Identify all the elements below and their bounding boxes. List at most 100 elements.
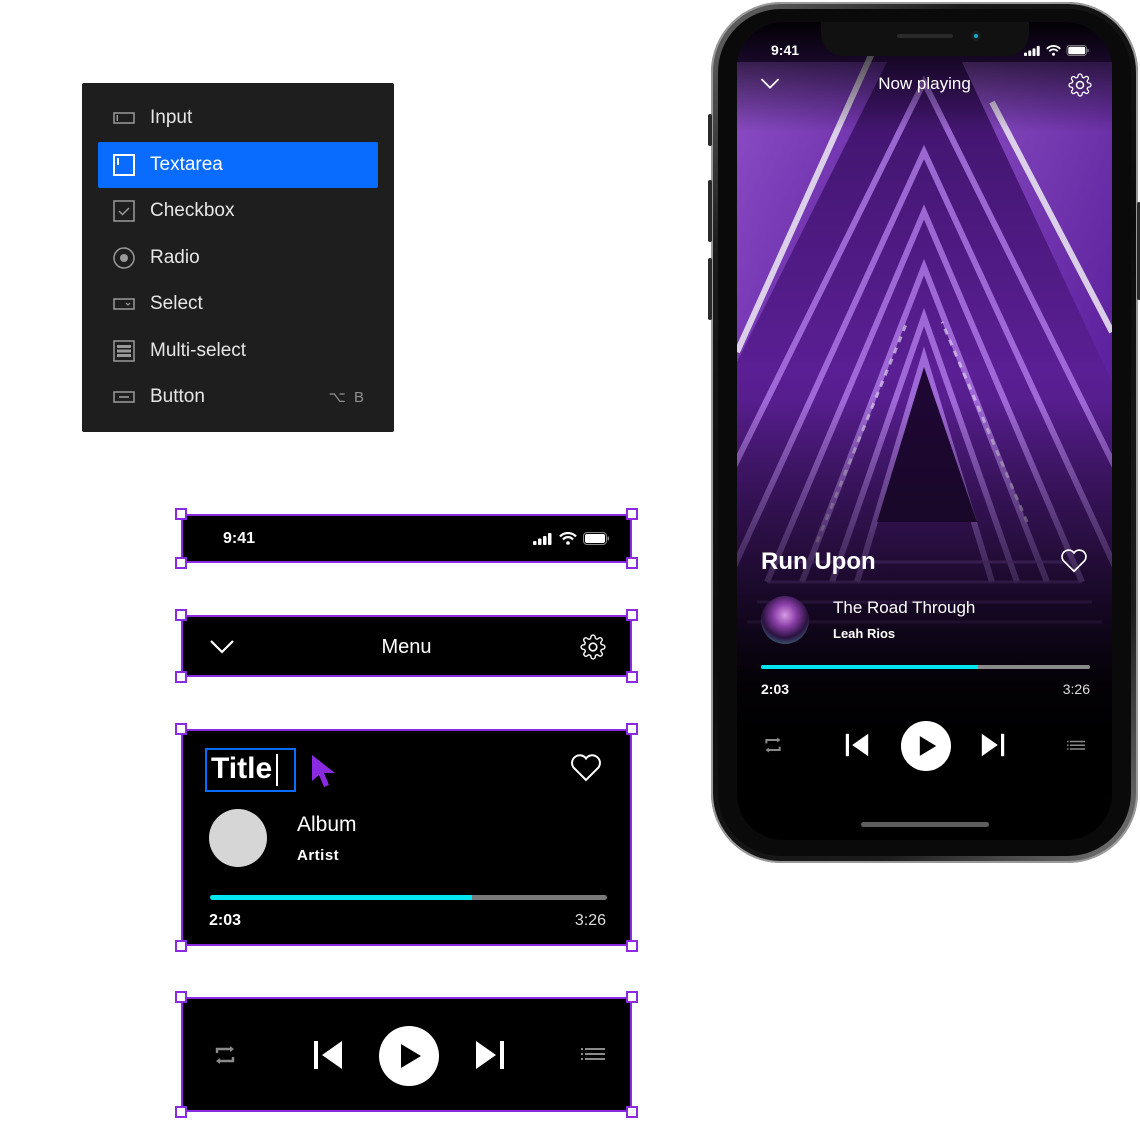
wifi-icon — [1046, 43, 1061, 61]
elapsed-time: 2:03 — [209, 912, 242, 929]
play-button[interactable] — [379, 1026, 439, 1086]
menu-item-checkbox[interactable]: Checkbox — [98, 188, 378, 235]
resize-handle[interactable] — [175, 557, 187, 569]
album-name: Album — [297, 813, 357, 836]
resize-handle[interactable] — [175, 940, 187, 952]
mouse-pointer-icon — [310, 753, 338, 796]
front-camera — [971, 31, 981, 41]
component-menu: Input Textarea Checkbox Radio Select Mul… — [82, 83, 394, 432]
resize-handle[interactable] — [175, 508, 187, 520]
menu-item-label: Textarea — [150, 153, 223, 175]
play-button[interactable] — [901, 721, 951, 771]
album-name: The Road Through — [833, 598, 976, 617]
queue-button[interactable] — [1067, 739, 1085, 753]
skip-previous-icon — [314, 1041, 342, 1069]
phone-mockup: 9:41 Now playing Run Upon The Road Throu… — [708, 2, 1140, 863]
play-icon — [919, 736, 936, 756]
artist-name: Artist — [297, 847, 340, 864]
repeat-button[interactable] — [213, 1043, 237, 1067]
title-text-field[interactable]: Title — [205, 748, 296, 792]
statusbar-component[interactable]: 9:41 — [175, 508, 638, 569]
header-title: Now playing — [878, 74, 971, 93]
repeat-icon — [765, 737, 781, 753]
queue-button[interactable] — [581, 1046, 605, 1064]
phone-volume-up — [708, 180, 712, 242]
phone-notch — [821, 22, 1029, 56]
previous-button[interactable] — [313, 1040, 343, 1070]
resize-handle[interactable] — [626, 609, 638, 621]
resize-handle[interactable] — [626, 671, 638, 683]
queue-list-icon — [581, 1048, 605, 1060]
menu-item-input[interactable]: Input — [98, 95, 378, 142]
resize-handle[interactable] — [175, 609, 187, 621]
menu-item-select[interactable]: Select — [98, 281, 378, 328]
menu-item-label: Multi-select — [150, 339, 247, 361]
navbar-component[interactable]: Menu — [175, 609, 638, 683]
multi-select-icon — [112, 339, 136, 363]
textarea-icon — [112, 153, 136, 177]
progress-fill — [761, 665, 979, 669]
heart-icon[interactable] — [570, 754, 602, 787]
heart-icon[interactable] — [1060, 549, 1088, 578]
progress-fill — [210, 895, 473, 900]
home-indicator[interactable] — [861, 822, 989, 827]
repeat-button[interactable] — [763, 735, 783, 755]
skip-next-icon — [476, 1041, 504, 1069]
gear-icon[interactable] — [580, 634, 606, 665]
queue-list-icon — [1067, 740, 1085, 750]
text-caret — [276, 754, 279, 787]
progress-bar[interactable] — [761, 665, 1090, 669]
next-button[interactable] — [475, 1040, 505, 1070]
menu-item-label: Select — [150, 293, 203, 315]
total-time: 3:26 — [574, 912, 606, 929]
progress-bar[interactable] — [210, 895, 607, 900]
select-icon — [112, 292, 136, 316]
skip-previous-icon — [845, 733, 869, 757]
resize-handle[interactable] — [626, 508, 638, 520]
album-art-placeholder — [209, 809, 267, 867]
menu-item-label: Radio — [150, 246, 200, 268]
previous-button[interactable] — [845, 733, 869, 757]
resize-handle[interactable] — [175, 723, 187, 735]
elapsed-time: 2:03 — [761, 681, 790, 697]
resize-handle[interactable] — [175, 671, 187, 683]
menu-item-label: Input — [150, 107, 193, 129]
button-icon — [112, 385, 136, 409]
total-time: 3:26 — [1062, 681, 1090, 697]
wifi-icon — [559, 532, 577, 550]
resize-handle[interactable] — [175, 991, 187, 1003]
resize-handle[interactable] — [626, 557, 638, 569]
phone-volume-down — [708, 258, 712, 320]
menu-item-radio[interactable]: Radio — [98, 235, 378, 282]
phone-screen: 9:41 Now playing Run Upon The Road Throu… — [737, 22, 1112, 840]
nav-title: Menu — [381, 636, 432, 658]
artist-avatar — [761, 596, 809, 644]
checkbox-icon — [112, 199, 136, 223]
resize-handle[interactable] — [626, 1106, 638, 1118]
menu-item-textarea[interactable]: Textarea — [98, 141, 378, 188]
next-button[interactable] — [981, 733, 1005, 757]
signal-icon — [1024, 43, 1041, 61]
track-info-component[interactable]: Title Album Artist 2:03 3:26 — [175, 723, 638, 952]
battery-icon — [583, 532, 610, 550]
status-time: 9:41 — [223, 530, 256, 547]
menu-item-label: Checkbox — [150, 200, 235, 222]
menu-item-multi-select[interactable]: Multi-select — [98, 328, 378, 375]
resize-handle[interactable] — [175, 1106, 187, 1118]
resize-handle[interactable] — [626, 940, 638, 952]
battery-icon — [1066, 43, 1090, 61]
status-time: 9:41 — [771, 42, 800, 58]
resize-handle[interactable] — [626, 991, 638, 1003]
song-title: Run Upon — [761, 548, 876, 575]
skip-next-icon — [981, 733, 1005, 757]
menu-item-label: Button — [150, 386, 205, 408]
resize-handle[interactable] — [626, 723, 638, 735]
menu-item-button[interactable]: Button ⌥ B — [98, 374, 378, 421]
play-icon — [401, 1044, 421, 1068]
playback-controls-component[interactable] — [175, 991, 638, 1118]
input-icon — [112, 106, 136, 130]
speaker-grille — [897, 34, 953, 38]
radio-icon — [112, 246, 136, 270]
repeat-icon — [215, 1046, 235, 1064]
gear-icon[interactable] — [1068, 73, 1092, 102]
